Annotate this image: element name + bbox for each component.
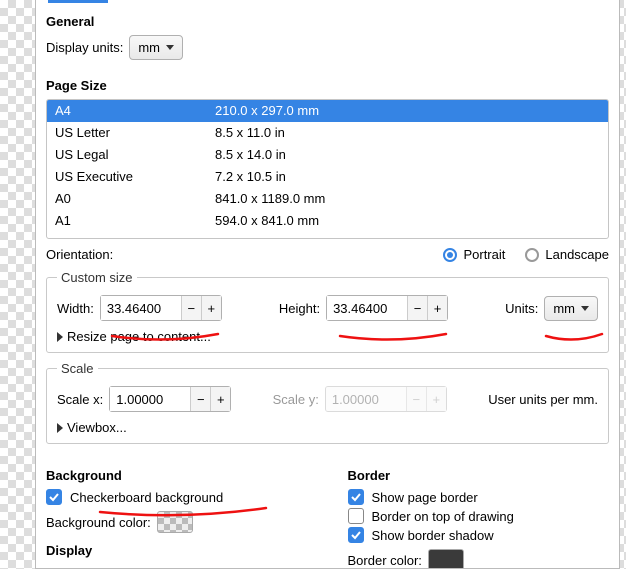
show-shadow-checkbox[interactable]: Show border shadow [348,527,610,543]
height-spinbox[interactable]: − + [326,295,448,321]
section-general: General [46,14,609,29]
page-size-row[interactable]: US Executive7.2 x 10.5 in [47,166,608,188]
scale-y-spinbox: − + [325,386,447,412]
border-top-checkbox[interactable]: Border on top of drawing [348,508,610,524]
checkerboard-checkbox[interactable]: Checkerboard background [46,489,308,505]
section-display: Display [46,543,308,558]
orientation-portrait-label: Portrait [463,247,505,262]
border-top-label: Border on top of drawing [372,509,514,524]
radio-dot-icon [525,248,539,262]
scale-group: Scale Scale x: − + Scale y: − + U [46,361,609,444]
resize-to-content-label: Resize page to content... [67,329,211,344]
scale-x-increment[interactable]: + [210,387,230,411]
orientation-landscape-radio[interactable]: Landscape [525,247,609,262]
checkbox-icon [348,508,364,524]
scale-y-decrement: − [406,387,426,411]
page-size-row[interactable]: A2420.0 x 594.0 mm [47,232,608,239]
scale-y-label: Scale y: [273,392,319,407]
scale-x-spinbox[interactable]: − + [109,386,231,412]
page-size-name: US Executive [55,168,215,186]
page-size-name: US Legal [55,146,215,164]
show-shadow-label: Show border shadow [372,528,494,543]
show-border-checkbox[interactable]: Show page border [348,489,610,505]
scale-x-input[interactable] [110,387,190,411]
page-size-row[interactable]: A0841.0 x 1189.0 mm [47,188,608,210]
width-label: Width: [57,301,94,316]
resize-to-content-expander[interactable]: Resize page to content... [57,329,598,344]
scale-y-increment: + [426,387,446,411]
page-size-row[interactable]: US Legal8.5 x 14.0 in [47,144,608,166]
user-units-label: User units per mm. [488,392,598,407]
page-size-dims: 210.0 x 297.0 mm [215,102,600,120]
page-size-dims: 841.0 x 1189.0 mm [215,190,600,208]
checkerboard-label: Checkerboard background [70,490,223,505]
page-size-dims: 8.5 x 14.0 in [215,146,600,164]
orientation-portrait-radio[interactable]: Portrait [443,247,505,262]
checkbox-icon [348,527,364,543]
width-increment[interactable]: + [201,296,221,320]
page-size-name: A2 [55,234,215,239]
page-size-name: A4 [55,102,215,120]
section-border: Border [348,468,610,483]
triangle-right-icon [57,423,63,433]
page-size-row[interactable]: US Letter8.5 x 11.0 in [47,122,608,144]
section-page-size: Page Size [46,78,609,93]
custom-units-value: mm [553,301,575,316]
page-size-name: A1 [55,212,215,230]
checkbox-icon [46,489,62,505]
scale-legend: Scale [57,361,98,376]
page-size-list[interactable]: A4210.0 x 297.0 mmUS Letter8.5 x 11.0 in… [46,99,609,239]
chevron-down-icon [581,306,589,311]
page-size-name: A0 [55,190,215,208]
height-decrement[interactable]: − [407,296,427,320]
active-tab-indicator [48,0,108,3]
custom-size-legend: Custom size [57,270,137,285]
document-properties-panel: General Display units: mm Page Size A421… [35,0,620,569]
border-color-label: Border color: [348,553,422,568]
page-size-dims: 8.5 x 11.0 in [215,124,600,142]
chevron-down-icon [166,45,174,50]
border-color-swatch[interactable] [428,549,464,569]
scale-x-decrement[interactable]: − [190,387,210,411]
background-color-label: Background color: [46,515,151,530]
scale-x-label: Scale x: [57,392,103,407]
width-decrement[interactable]: − [181,296,201,320]
viewbox-label: Viewbox... [67,420,127,435]
custom-units-select[interactable]: mm [544,296,598,321]
page-size-dims: 594.0 x 841.0 mm [215,212,600,230]
display-units-label: Display units: [46,40,123,55]
display-units-value: mm [138,40,160,55]
page-size-row[interactable]: A1594.0 x 841.0 mm [47,210,608,232]
show-border-label: Show page border [372,490,478,505]
width-input[interactable] [101,296,181,320]
page-size-dims: 420.0 x 594.0 mm [215,234,600,239]
triangle-right-icon [57,332,63,342]
page-size-row[interactable]: A4210.0 x 297.0 mm [47,100,608,122]
page-size-name: US Letter [55,124,215,142]
viewbox-expander[interactable]: Viewbox... [57,420,598,435]
scale-y-input [326,387,406,411]
section-background: Background [46,468,308,483]
height-input[interactable] [327,296,407,320]
units-label: Units: [505,301,538,316]
display-units-select[interactable]: mm [129,35,183,60]
height-label: Height: [279,301,320,316]
orientation-label: Orientation: [46,247,113,262]
custom-size-group: Custom size Width: − + Height: − + [46,270,609,353]
page-size-dims: 7.2 x 10.5 in [215,168,600,186]
height-increment[interactable]: + [427,296,447,320]
orientation-landscape-label: Landscape [545,247,609,262]
radio-dot-icon [443,248,457,262]
background-color-swatch[interactable] [157,511,193,533]
checkbox-icon [348,489,364,505]
width-spinbox[interactable]: − + [100,295,222,321]
